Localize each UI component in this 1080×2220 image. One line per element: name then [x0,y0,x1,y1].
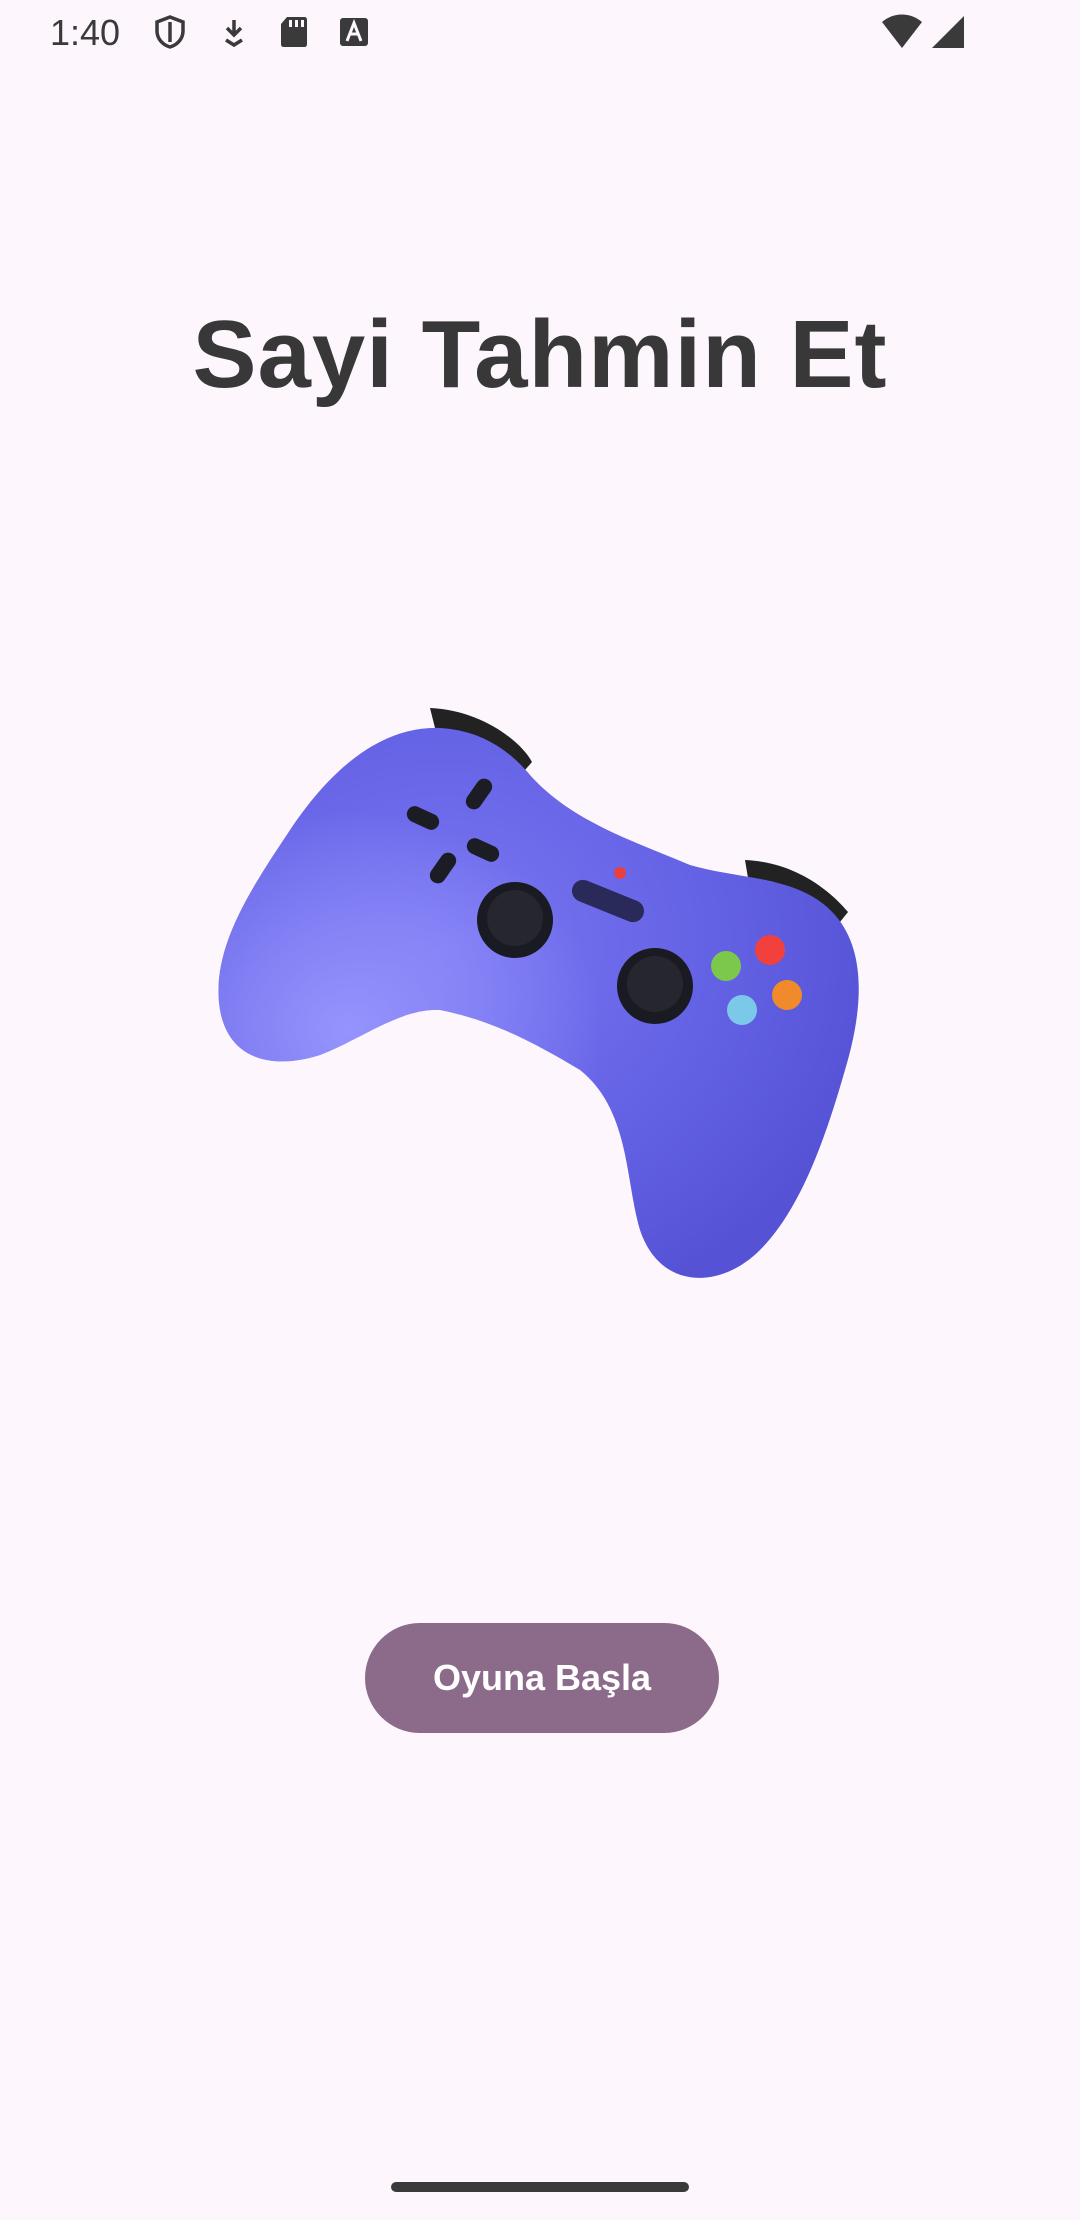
shield-icon [155,15,185,49]
status-time: 1:40 [50,12,121,53]
wifi-icon [882,14,922,48]
start-game-button[interactable]: Oyuna Başla [365,1623,719,1733]
home-indicator[interactable] [391,2182,689,2192]
status-bar: 1:40 [0,0,1080,66]
text-a-icon [340,18,368,46]
page-title: Sayi Tahmin Et [192,301,888,408]
game-controller-icon [218,708,859,1278]
signal-icon [932,16,964,48]
download-icon [225,20,243,48]
sd-card-icon [281,17,307,47]
